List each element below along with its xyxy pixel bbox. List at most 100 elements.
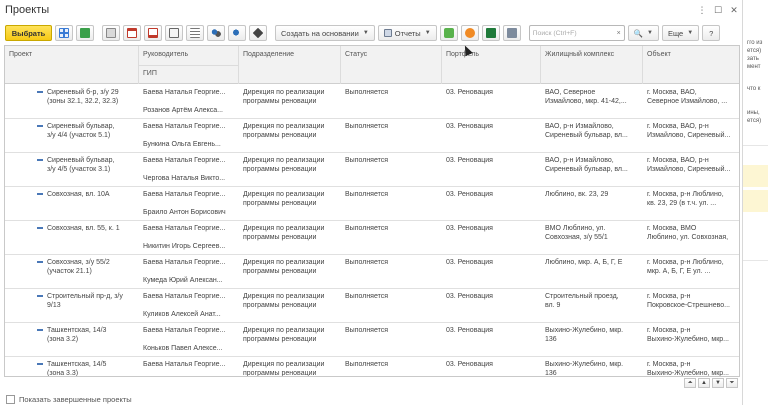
- table-cell-status: Выполняется: [345, 361, 389, 368]
- excel-icon[interactable]: [481, 25, 500, 41]
- table-row[interactable]: Совхозная, з/у 55/2 (участок 21.1) Баева Н…: [5, 255, 739, 289]
- background-window: гго из ется) зать мент что к ины, ется): [742, 0, 768, 405]
- help-button[interactable]: ?: [702, 25, 721, 41]
- table-cell-project: Совхозная, вл. 55, к. 1: [47, 225, 120, 232]
- table-cell-status: Выполняется: [345, 191, 389, 198]
- table-cell-manager: Баева Наталья Георгие...: [143, 225, 226, 232]
- show-completed-checkbox[interactable]: [6, 395, 15, 404]
- chevron-down-icon: ▼: [362, 30, 369, 36]
- column-header-gip[interactable]: ГИП: [139, 70, 157, 77]
- chevron-down-icon: ▼: [424, 30, 431, 36]
- table-cell-manager: Баева Наталья Георгие...: [143, 89, 226, 96]
- table-cell-project: Сиреневый бульвар,: [47, 123, 115, 130]
- more-actions-icon[interactable]: ⋮: [696, 4, 708, 16]
- table-row[interactable]: Строительный пр-д, з/у 9/13 Баева Наталья …: [5, 289, 739, 323]
- table-row[interactable]: Сиреневый бульвар, з/у 4/5 (участок 3.1) Б…: [5, 153, 739, 187]
- column-header-object[interactable]: Объект: [643, 51, 671, 58]
- table-row[interactable]: Ташкентская, 14/3 (зона 3.2) Баева Наталья…: [5, 323, 739, 357]
- table-cell-complex: Сиреневый бульвар, вл...: [545, 132, 628, 139]
- table-cell-status: Выполняется: [345, 327, 389, 334]
- create-based-on-button[interactable]: Создать на основании ▼: [275, 25, 375, 41]
- scroll-down-icon[interactable]: ▼: [712, 378, 724, 388]
- orange-back-icon[interactable]: [460, 25, 479, 41]
- structure-icon[interactable]: [502, 25, 521, 41]
- title-bar: Проекты ⋮ ☐ ✕: [0, 0, 742, 22]
- table-cell-department: Дирекция по реализации: [243, 191, 325, 198]
- list-icon[interactable]: [186, 25, 204, 41]
- table-cell-object: г. Москва, ВАО, р-н: [647, 123, 709, 130]
- projects-window: Проекты ⋮ ☐ ✕ Выбрать Создать на основан…: [0, 0, 742, 405]
- table-cell-department: Дирекция по реализации: [243, 293, 325, 300]
- diamond-icon[interactable]: [249, 25, 267, 41]
- table-cell-project: (зоны 32.1, 32.2, 32.3): [47, 98, 119, 105]
- table-cell-object: кв. 23, 29 (в т.ч. ул. ...: [647, 200, 717, 207]
- table-cell-complex: 136: [545, 370, 557, 377]
- select-button[interactable]: Выбрать: [5, 25, 52, 41]
- table-row[interactable]: Сиреневый б-р, з/у 29 (зоны 32.1, 32.2, 3…: [5, 85, 739, 119]
- search-input[interactable]: Поиск (Ctrl+F) ×: [528, 25, 625, 41]
- folder-green-icon[interactable]: [76, 25, 94, 41]
- table-cell-manager: Баева Наталья Георгие...: [143, 191, 226, 198]
- table-cell-status: Выполняется: [345, 225, 389, 232]
- table-cell-project: Строительный пр-д, з/у: [47, 293, 123, 300]
- maximize-icon[interactable]: ☐: [712, 4, 724, 16]
- table-cell-department: программы реновации: [243, 132, 317, 139]
- table-cell-project: Совхозная, вл. 10А: [47, 191, 110, 198]
- table-cell-project: з/у 4/4 (участок 5.1): [47, 132, 111, 139]
- column-header-manager[interactable]: Руководитель: [139, 51, 188, 58]
- bg-text: зать: [747, 56, 759, 62]
- table-cell-gip: Розанов Артём Алекса...: [143, 107, 223, 114]
- export-red-icon[interactable]: [144, 25, 162, 41]
- report-red-icon[interactable]: [123, 25, 141, 41]
- more-button[interactable]: Еще ▼: [661, 25, 700, 41]
- edit-icon[interactable]: [165, 25, 183, 41]
- bg-highlight-row: [743, 165, 768, 187]
- green-arrows-icon[interactable]: [439, 25, 458, 41]
- table-cell-department: программы реновации: [243, 98, 317, 105]
- table-cell-object: Выхино-Жулебино, мкр...: [647, 370, 730, 377]
- column-header-status[interactable]: Статус: [341, 51, 367, 58]
- document-icon[interactable]: [102, 25, 120, 41]
- table-cell-complex: ВМО Люблино, ул.: [545, 225, 606, 232]
- column-header-portfolio[interactable]: Портфель: [442, 51, 479, 58]
- bg-highlight-row: [743, 190, 768, 212]
- table-row[interactable]: Сиреневый бульвар, з/у 4/4 (участок 5.1) Б…: [5, 119, 739, 153]
- column-header-project[interactable]: Проект: [5, 51, 32, 58]
- users-icon[interactable]: [207, 25, 225, 41]
- reports-button[interactable]: Отчеты ▼: [377, 25, 437, 41]
- report-icon: [383, 29, 392, 37]
- close-icon[interactable]: ✕: [728, 4, 740, 16]
- scroll-top-icon[interactable]: ⏶: [684, 378, 696, 388]
- table-cell-department: Дирекция по реализации: [243, 157, 325, 164]
- search-button[interactable]: 🔍 ▼: [627, 25, 659, 41]
- table-cell-portfolio: 03. Реновация: [446, 361, 493, 368]
- table-cell-portfolio: 03. Реновация: [446, 123, 493, 130]
- scroll-bottom-icon[interactable]: ⏷: [726, 378, 738, 388]
- column-header-department[interactable]: Подразделение: [239, 51, 294, 58]
- users-settings-icon[interactable]: [228, 25, 246, 41]
- table-cell-project: Сиреневый бульвар,: [47, 157, 115, 164]
- bg-text: гго из: [747, 40, 763, 46]
- table-cell-object: Покровское-Стрешнево...: [647, 302, 730, 309]
- table-cell-department: Дирекция по реализации: [243, 259, 325, 266]
- table-cell-object: мкр. А, Б, Г, Е ул. ...: [647, 268, 711, 275]
- table-cell-complex: ВАО, р-н Измайлово,: [545, 157, 614, 164]
- column-header-complex[interactable]: Жилищный комплекс: [541, 51, 614, 58]
- table-cell-gip: Бункина Ольга Евгень...: [143, 141, 221, 148]
- table-cell-department: программы реновации: [243, 336, 317, 343]
- add-icon[interactable]: [55, 25, 73, 41]
- table-cell-object: г. Москва, ВАО, р-н: [647, 157, 709, 164]
- projects-table[interactable]: Проект Руководитель ГИП Подразделение Ст…: [4, 45, 740, 377]
- table-row[interactable]: Совхозная, вл. 55, к. 1 Баева Наталья Гео…: [5, 221, 739, 255]
- clear-search-icon[interactable]: ×: [617, 30, 621, 37]
- window-title: Проекты: [5, 4, 50, 16]
- table-cell-department: Дирекция по реализации: [243, 123, 325, 130]
- table-cell-complex: 136: [545, 336, 557, 343]
- table-cell-project: Сиреневый б-р, з/у 29: [47, 89, 119, 96]
- table-row[interactable]: Ташкентская, 14/5 (зона 3.3) Баева Наталья…: [5, 357, 739, 377]
- show-completed-checkbox-row[interactable]: Показать завершенные проекты: [6, 395, 132, 404]
- scroll-up-icon[interactable]: ▲: [698, 378, 710, 388]
- table-cell-project: Ташкентская, 14/3: [47, 327, 107, 334]
- table-row[interactable]: Совхозная, вл. 10А Баева Наталья Георгие.…: [5, 187, 739, 221]
- table-header: Проект Руководитель ГИП Подразделение Ст…: [5, 46, 739, 84]
